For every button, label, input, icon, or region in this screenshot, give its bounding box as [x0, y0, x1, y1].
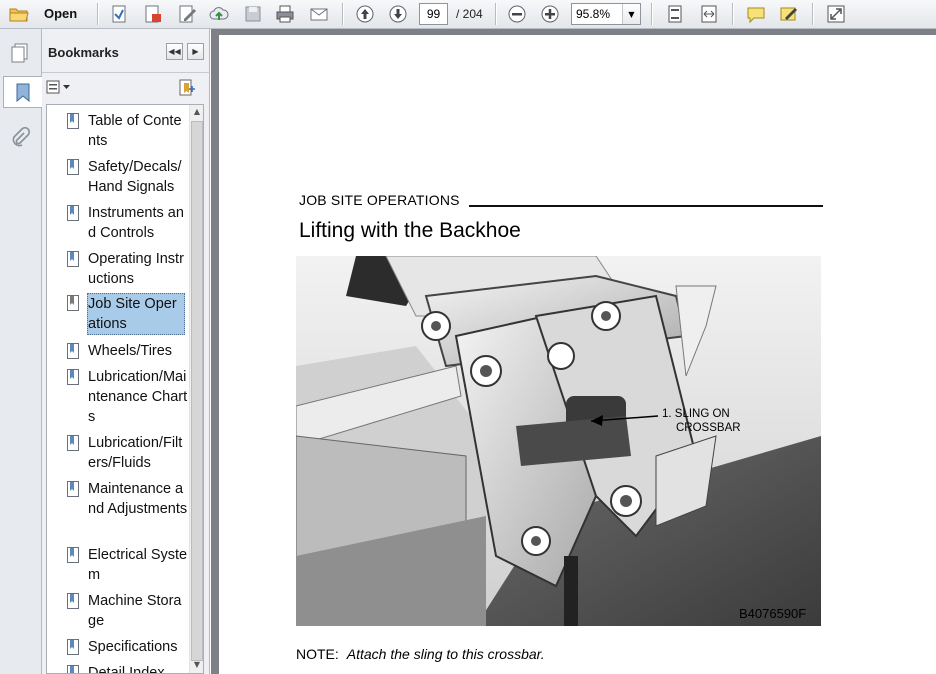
- export-icon[interactable]: [140, 2, 166, 26]
- backhoe-photo: [296, 256, 821, 626]
- callout-line: CROSSBAR: [676, 422, 741, 434]
- panel-title: Bookmarks: [48, 45, 119, 60]
- bookmark-label[interactable]: Operating Instructions: [88, 249, 188, 289]
- header-rule: [469, 205, 823, 207]
- scrollbar-thumb[interactable]: [191, 121, 203, 661]
- zoom-in-icon[interactable]: [537, 2, 563, 26]
- page-thumbnails-icon[interactable]: [4, 37, 36, 69]
- bookmark-icon: [67, 639, 79, 655]
- callout-line: 1. SLING ON: [662, 408, 730, 420]
- create-pdf-icon[interactable]: [106, 2, 132, 26]
- new-bookmark-icon[interactable]: [178, 79, 196, 100]
- scroll-up-icon[interactable]: ▲: [192, 107, 202, 119]
- sign-icon[interactable]: [174, 2, 200, 26]
- collapse-panel-icon[interactable]: ◀◀: [166, 43, 183, 60]
- bookmark-label[interactable]: Specifications: [88, 637, 188, 657]
- bookmark-icon: [67, 295, 79, 311]
- bookmark-icon: [67, 159, 79, 175]
- fullscreen-icon[interactable]: [823, 2, 849, 26]
- document-page: JOB SITE OPERATIONS Lifting with the Bac…: [219, 35, 936, 674]
- bookmarks-panel: Bookmarks ◀◀ ▶ Table of Contents Safety/…: [42, 29, 210, 674]
- bookmarks-tab-icon[interactable]: [3, 76, 43, 108]
- navigation-pane-strip: [0, 29, 43, 674]
- bookmark-label[interactable]: Table of Contents: [88, 111, 188, 151]
- zoom-out-icon[interactable]: [504, 2, 530, 26]
- page-title: Lifting with the Backhoe: [299, 219, 521, 242]
- bookmark-label[interactable]: Instruments and Controls: [88, 203, 188, 243]
- bookmarks-scrollbar[interactable]: ▲ ▼: [189, 105, 203, 673]
- bookmark-icon: [67, 593, 79, 609]
- bookmark-icon: [67, 251, 79, 267]
- scroll-down-icon[interactable]: ▼: [192, 660, 202, 672]
- bookmark-label[interactable]: Safety/Decals/ Hand Signals: [88, 157, 188, 197]
- bookmark-label[interactable]: Lubrication/Maintenance Charts: [88, 367, 188, 427]
- bookmark-label[interactable]: Wheels/Tires: [88, 341, 188, 361]
- section-header: JOB SITE OPERATIONS: [299, 192, 460, 208]
- highlight-icon[interactable]: [776, 2, 802, 26]
- zoom-select[interactable]: 95.8% ▼: [571, 3, 641, 25]
- panel-options-icon[interactable]: ▶: [187, 43, 204, 60]
- attachments-icon[interactable]: [4, 122, 36, 154]
- save-icon[interactable]: [240, 2, 266, 26]
- bookmark-icon: [67, 205, 79, 221]
- fit-page-icon[interactable]: [662, 2, 688, 26]
- zoom-value: 95.8%: [576, 7, 611, 21]
- bookmark-label[interactable]: Machine Storage: [88, 591, 188, 631]
- print-icon[interactable]: [272, 2, 298, 26]
- toolbar: Open / 204 95.8% ▼: [0, 0, 936, 29]
- bookmark-icon: [67, 665, 79, 673]
- open-button[interactable]: Open: [44, 6, 77, 21]
- bookmark-label[interactable]: Lubrication/Filters/Fluids: [88, 433, 188, 473]
- bookmarks-tools: [42, 74, 210, 102]
- next-page-icon[interactable]: [385, 2, 411, 26]
- folder-open-icon[interactable]: [6, 2, 32, 26]
- figure-callout: 1. SLING ON CROSSBAR: [662, 407, 741, 435]
- figure-id: B4076590F: [739, 606, 807, 621]
- page-number-input[interactable]: [419, 3, 448, 25]
- bookmarks-panel-header: Bookmarks ◀◀ ▶: [42, 29, 210, 73]
- bookmark-label[interactable]: Maintenance and Adjustments: [88, 479, 188, 519]
- bookmark-icon: [67, 435, 79, 451]
- bookmark-label[interactable]: Electrical System: [88, 545, 188, 585]
- note: NOTE: Attach the sling to this crossbar.: [296, 646, 545, 662]
- bookmark-icon: [67, 369, 79, 385]
- page-total: / 204: [456, 7, 483, 21]
- bookmark-label[interactable]: Detail Index: [88, 663, 188, 673]
- bookmark-label[interactable]: Job Site Operations: [87, 293, 185, 335]
- fit-width-icon[interactable]: [696, 2, 722, 26]
- bookmark-icon: [67, 481, 79, 497]
- bookmark-icon: [67, 547, 79, 563]
- previous-page-icon[interactable]: [352, 2, 378, 26]
- bookmarks-list: Table of Contents Safety/Decals/ Hand Si…: [46, 104, 204, 674]
- bookmark-options-icon[interactable]: [46, 80, 72, 97]
- chevron-down-icon[interactable]: ▼: [622, 4, 640, 24]
- bookmark-icon: [67, 113, 79, 129]
- comment-icon[interactable]: [743, 2, 769, 26]
- bookmark-icon: [67, 343, 79, 359]
- upload-cloud-icon[interactable]: [206, 2, 232, 26]
- email-icon[interactable]: [306, 2, 332, 26]
- note-label: NOTE:: [296, 646, 339, 662]
- document-viewport[interactable]: JOB SITE OPERATIONS Lifting with the Bac…: [211, 29, 936, 674]
- note-text: Attach the sling to this crossbar.: [346, 646, 545, 662]
